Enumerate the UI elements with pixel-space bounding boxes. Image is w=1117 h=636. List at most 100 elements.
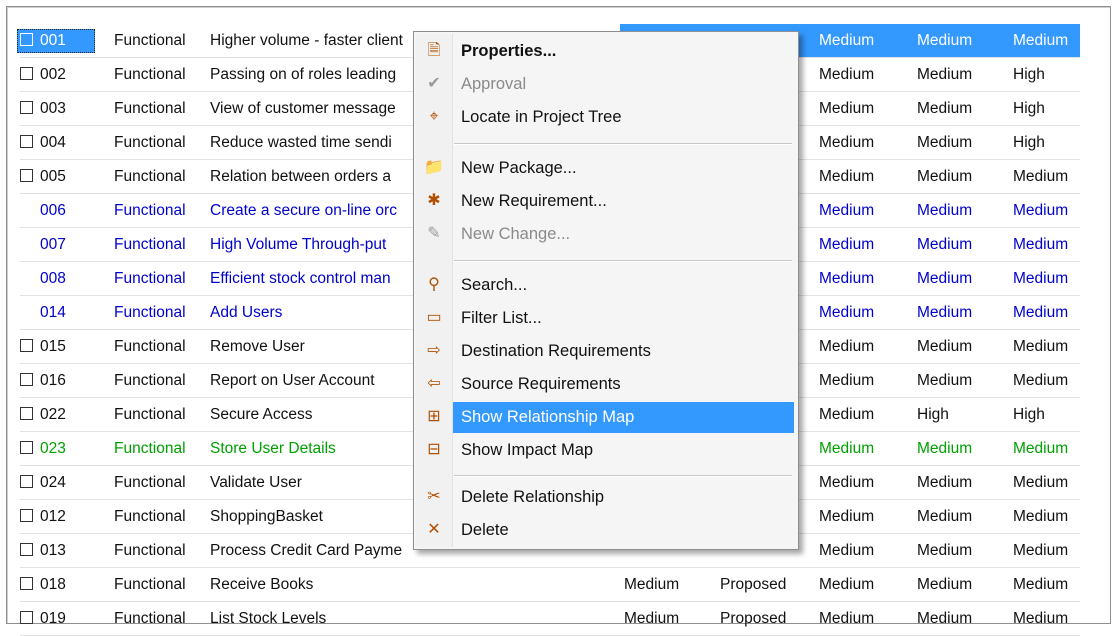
row-type: Functional	[114, 66, 186, 83]
row-type: Functional	[114, 338, 186, 355]
row-checkbox[interactable]	[20, 126, 36, 159]
checkbox-icon[interactable]	[20, 168, 33, 182]
row-stability: Medium	[917, 236, 973, 253]
row-stability: Medium	[917, 508, 973, 525]
checkbox-icon[interactable]	[20, 542, 33, 556]
menu-item-label: New Change...	[461, 225, 571, 243]
row-id: 023	[40, 440, 66, 457]
row-difficulty: Medium	[819, 134, 875, 151]
checkbox-icon[interactable]	[20, 508, 33, 522]
menu-item-label: Source Requirements	[461, 375, 621, 393]
row-difficulty: Medium	[819, 236, 875, 253]
row-priority-level: Medium	[1013, 32, 1069, 49]
row-id: 018	[40, 576, 66, 593]
row-stability: Medium	[917, 66, 973, 83]
checkbox-icon[interactable]	[20, 338, 33, 352]
menu-item-label: Approval	[461, 75, 527, 93]
new-package-icon: 📁	[424, 159, 444, 176]
menu-item-label: Filter List...	[461, 309, 542, 327]
row-id: 019	[40, 610, 66, 627]
menu-item-label: Properties...	[461, 42, 557, 60]
row-type: Functional	[114, 542, 186, 559]
row-difficulty: Medium	[819, 202, 875, 219]
row-id: 003	[40, 100, 66, 117]
row-type: Functional	[114, 236, 186, 253]
menu-item-new-package[interactable]: 📁 New Package...	[416, 153, 794, 184]
row-stability: Medium	[917, 338, 973, 355]
menu-item-show-relationship-map[interactable]: ⊞ Show Relationship Map	[416, 402, 794, 433]
row-id: 022	[40, 406, 66, 423]
destination-icon: ⇨	[427, 342, 441, 359]
row-difficulty: Medium	[819, 576, 875, 593]
row-priority-level: Medium	[1013, 270, 1069, 287]
menu-item-properties[interactable]: 🗎 Properties...	[416, 36, 794, 67]
menu-item-show-impact-map[interactable]: ⊟ Show Impact Map	[416, 435, 794, 466]
new-change-icon: ✎	[427, 225, 441, 242]
impact-map-icon: ⊟	[427, 441, 441, 458]
row-stability: Medium	[917, 304, 973, 321]
menu-item-approval[interactable]: ✔ Approval	[416, 69, 794, 100]
row-checkbox[interactable]	[20, 500, 36, 533]
menu-item-new-requirement[interactable]: ✱ New Requirement...	[416, 186, 794, 217]
menu-item-label: New Package...	[461, 159, 577, 177]
table-row[interactable]: 018 Functional Receive Books Medium Proposed…	[20, 568, 1080, 602]
row-id: 005	[40, 168, 66, 185]
row-checkbox[interactable]	[20, 364, 36, 397]
menu-item-delete-relationship[interactable]: ✂ Delete Relationship	[416, 482, 794, 513]
row-priority-level: Medium	[1013, 304, 1069, 321]
row-id: 014	[40, 304, 66, 321]
menu-item-source-requirements[interactable]: ⇦ Source Requirements	[416, 369, 794, 400]
row-stability: Medium	[917, 372, 973, 389]
row-difficulty: Medium	[819, 304, 875, 321]
menu-item-delete[interactable]: ✕ Delete	[416, 515, 794, 546]
row-checkbox[interactable]	[20, 568, 36, 601]
row-difficulty: Medium	[819, 66, 875, 83]
row-checkbox[interactable]	[20, 432, 36, 465]
menu-item-locate-in-project-tree[interactable]: ⌖ Locate in Project Tree	[416, 102, 794, 133]
row-id: 024	[40, 474, 66, 491]
row-priority: Medium	[624, 610, 680, 627]
row-checkbox[interactable]	[20, 58, 36, 91]
checkbox-icon[interactable]	[20, 440, 33, 454]
row-status: Proposed	[720, 610, 787, 627]
row-checkbox[interactable]	[20, 466, 36, 499]
row-difficulty: Medium	[819, 610, 875, 627]
menu-item-label: Delete Relationship	[461, 488, 605, 506]
row-stability: Medium	[917, 168, 973, 185]
menu-item-new-change[interactable]: ✎ New Change...	[416, 219, 794, 250]
row-stability: High	[917, 406, 949, 423]
row-difficulty: Medium	[819, 168, 875, 185]
row-priority-level: High	[1013, 134, 1045, 151]
checkbox-icon[interactable]	[20, 134, 33, 148]
row-checkbox[interactable]	[20, 398, 36, 431]
checkbox-icon[interactable]	[20, 372, 33, 386]
table-row[interactable]: 019 Functional List Stock Levels Medium Prop…	[20, 602, 1080, 636]
properties-icon: 🗎	[427, 42, 441, 59]
checkbox-icon[interactable]	[20, 474, 33, 488]
row-type: Functional	[114, 576, 186, 593]
row-difficulty: Medium	[819, 474, 875, 491]
menu-item-filter-list[interactable]: ▭ Filter List...	[416, 303, 794, 334]
row-priority: Medium	[624, 576, 680, 593]
row-checkbox[interactable]	[20, 160, 36, 193]
row-checkbox[interactable]	[20, 534, 36, 567]
row-checkbox[interactable]	[20, 602, 36, 635]
row-checkbox[interactable]	[20, 92, 36, 125]
checkbox-icon[interactable]	[20, 66, 33, 80]
row-name: Receive Books	[210, 576, 314, 593]
menu-item-destination-requirements[interactable]: ⇨ Destination Requirements	[416, 336, 794, 367]
row-type: Functional	[114, 270, 186, 287]
row-difficulty: Medium	[819, 270, 875, 287]
checkbox-icon[interactable]	[20, 610, 33, 624]
menu-item-search[interactable]: ⚲ Search...	[416, 270, 794, 301]
row-stability: Medium	[917, 440, 973, 457]
row-stability: Medium	[917, 542, 973, 559]
checkbox-icon[interactable]	[20, 32, 33, 46]
row-name: List Stock Levels	[210, 610, 327, 627]
row-checkbox[interactable]	[20, 330, 36, 363]
checkbox-icon[interactable]	[20, 576, 33, 590]
checkbox-icon[interactable]	[20, 406, 33, 420]
row-checkbox[interactable]	[20, 24, 36, 57]
row-status: Proposed	[720, 576, 787, 593]
checkbox-icon[interactable]	[20, 100, 33, 114]
